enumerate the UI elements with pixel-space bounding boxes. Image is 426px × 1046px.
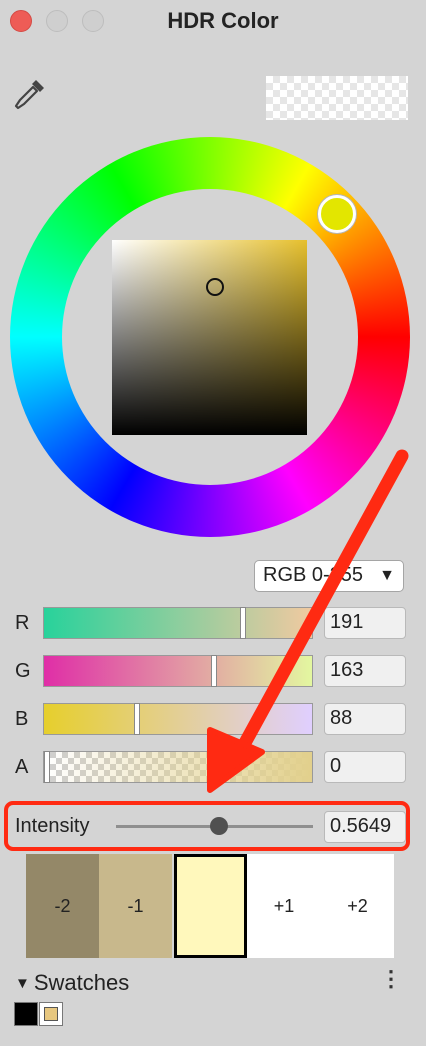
red-value-field[interactable]: 191 xyxy=(324,607,406,639)
swatches-label: Swatches xyxy=(33,970,130,995)
hue-handle[interactable] xyxy=(318,195,356,233)
channel-label-g: G xyxy=(15,660,31,682)
intensity-label: Intensity xyxy=(15,815,90,837)
green-slider[interactable] xyxy=(43,655,313,687)
green-value-field[interactable]: 163 xyxy=(324,655,406,687)
swatch-black[interactable] xyxy=(14,1002,38,1026)
window-title: HDR Color xyxy=(167,8,279,33)
intensity-slider-thumb[interactable] xyxy=(210,817,228,835)
red-slider-thumb[interactable] xyxy=(240,607,246,639)
swatches-foldout[interactable]: ▼ Swatches xyxy=(15,970,129,996)
alpha-value-field[interactable]: 0 xyxy=(324,751,406,783)
exposure-swatch-plus-1[interactable]: +1 xyxy=(247,854,321,958)
saturation-value-square[interactable] xyxy=(112,240,307,435)
channel-label-b: B xyxy=(15,708,29,730)
color-preview xyxy=(266,76,408,120)
vertical-ellipsis-icon[interactable]: ⋮ xyxy=(380,966,402,992)
channel-label-r: R xyxy=(15,612,30,634)
green-slider-thumb[interactable] xyxy=(211,655,217,687)
exposure-swatch-plus-2[interactable]: +2 xyxy=(321,854,394,958)
channel-label-a: A xyxy=(15,756,29,778)
color-mode-label: RGB 0-255 xyxy=(263,564,364,586)
intensity-value-field[interactable]: 0.5649 xyxy=(324,811,406,843)
triangle-down-icon: ▼ xyxy=(379,567,395,584)
color-mode-dropdown[interactable]: RGB 0-255 ▼ xyxy=(254,560,404,592)
alpha-slider[interactable] xyxy=(43,751,313,783)
exposure-swatch-minus-2[interactable]: -2 xyxy=(26,854,99,958)
swatch-preset[interactable] xyxy=(39,1002,63,1026)
exposure-swatch-minus-1[interactable]: -1 xyxy=(99,854,172,958)
exposure-swatch-current[interactable] xyxy=(174,854,247,958)
exposure-swatches: -2 -1 +1 +2 xyxy=(26,854,394,958)
blue-value-field[interactable]: 88 xyxy=(324,703,406,735)
saturation-value-handle[interactable] xyxy=(206,278,224,296)
blue-slider-thumb[interactable] xyxy=(134,703,140,735)
blue-slider[interactable] xyxy=(43,703,313,735)
eyedropper-icon[interactable] xyxy=(12,76,48,112)
alpha-slider-thumb[interactable] xyxy=(44,751,50,783)
triangle-down-icon: ▼ xyxy=(15,975,30,992)
red-slider[interactable] xyxy=(43,607,313,639)
title-bar: HDR Color xyxy=(0,0,426,44)
